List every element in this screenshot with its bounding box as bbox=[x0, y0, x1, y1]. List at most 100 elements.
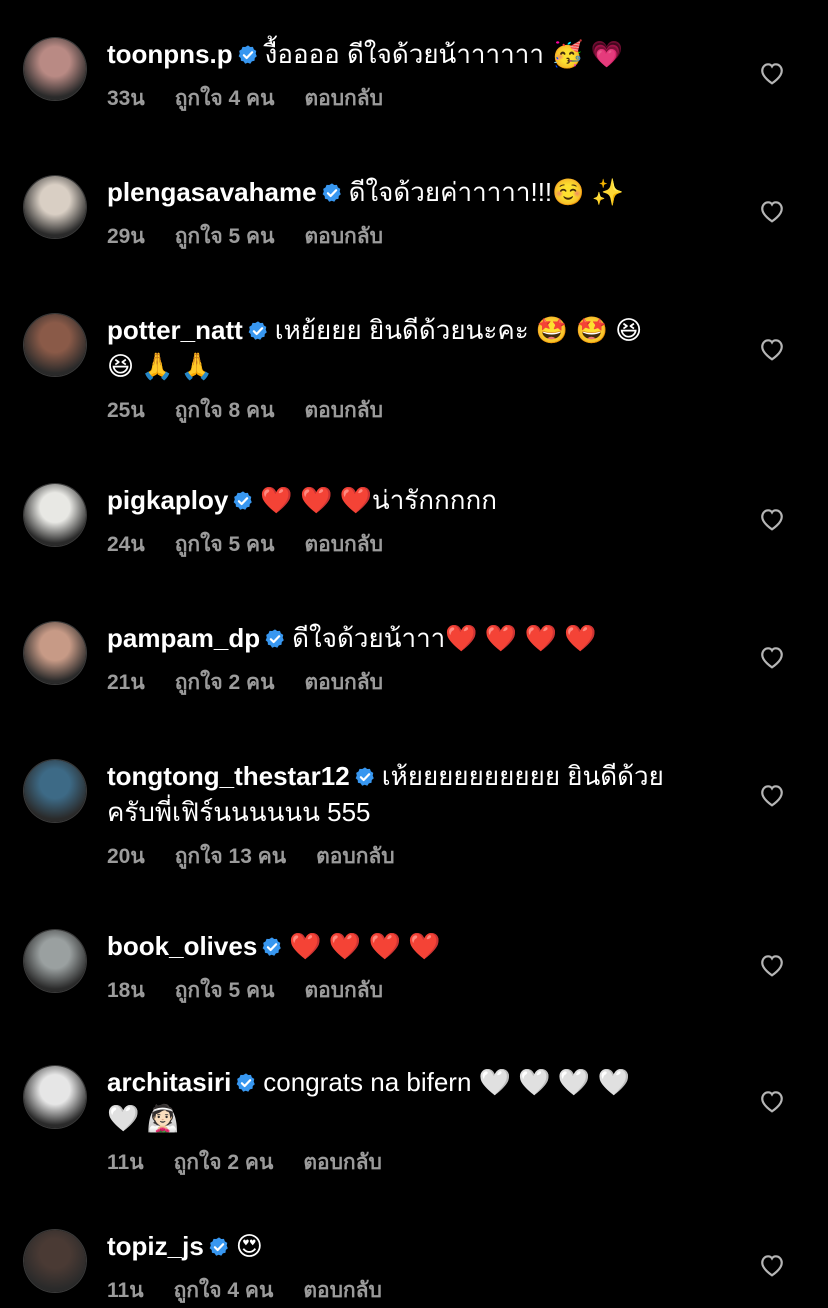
comment-time: 29น bbox=[107, 225, 145, 248]
reply-button[interactable]: ตอบกลับ bbox=[304, 87, 383, 110]
avatar[interactable] bbox=[24, 38, 86, 100]
verified-badge-icon bbox=[238, 45, 257, 64]
username-link[interactable]: toonpns.p bbox=[107, 39, 233, 69]
avatar[interactable] bbox=[24, 314, 86, 376]
verified-badge-icon bbox=[322, 183, 341, 202]
avatar[interactable] bbox=[24, 484, 86, 546]
reply-button[interactable]: ตอบกลับ bbox=[304, 533, 383, 556]
likes-count-link[interactable]: ถูกใจ 5 คน bbox=[175, 533, 275, 556]
heart-outline-icon[interactable] bbox=[759, 199, 785, 223]
comment-body: pampam_dp ดีใจด้วยน้าาา❤️ ❤️ ❤️ ❤️ 21น ถูกใ… bbox=[107, 620, 727, 696]
comment-time: 25น bbox=[107, 399, 145, 422]
comment-time: 18น bbox=[107, 979, 145, 1002]
verified-badge-icon bbox=[209, 1237, 228, 1256]
comment-line: plengasavahame ดีใจด้วยค่าาาาา!!!☺️ ✨ bbox=[107, 174, 727, 210]
comment-body: potter_natt เหย้ยยย ยินดีด้วยนะคะ 🤩 🤩 😆 😆 … bbox=[107, 312, 727, 424]
comment-time: 11น bbox=[107, 1279, 144, 1302]
comment-body: architasiri congrats na bifern 🤍 🤍 🤍 🤍 🤍 👰… bbox=[107, 1064, 727, 1176]
comment-text-continued: 🤍 👰🏻 bbox=[107, 1103, 179, 1133]
likes-count-link[interactable]: ถูกใจ 4 คน bbox=[174, 1279, 274, 1302]
likes-count-link[interactable]: ถูกใจ 8 คน bbox=[175, 399, 275, 422]
comment-line: pigkaploy ❤️ ❤️ ❤️น่ารักกกกก bbox=[107, 482, 727, 518]
comment-text: เห้ยยยยยยยยยย ยินดีด้วย bbox=[381, 761, 664, 791]
verified-badge-icon bbox=[265, 629, 284, 648]
comment-line: toonpns.p งื้ออออ ดีใจด้วยน้าาาาาา 🥳 💗 bbox=[107, 36, 727, 72]
comment-meta: 18น ถูกใจ 5 คน ตอบกลับ bbox=[107, 978, 727, 1004]
comment-meta: 25น ถูกใจ 8 คน ตอบกลับ bbox=[107, 398, 727, 424]
likes-count-link[interactable]: ถูกใจ 13 คน bbox=[175, 845, 286, 868]
username-link[interactable]: pampam_dp bbox=[107, 623, 260, 653]
comment-meta: 20น ถูกใจ 13 คน ตอบกลับ bbox=[107, 844, 727, 870]
username-link[interactable]: tongtong_thestar12 bbox=[107, 761, 350, 791]
comment-text: งื้ออออ ดีใจด้วยน้าาาาาา 🥳 💗 bbox=[264, 39, 624, 69]
comment-body: pigkaploy ❤️ ❤️ ❤️น่ารักกกกก 24น ถูกใจ 5 คน… bbox=[107, 482, 727, 558]
avatar[interactable] bbox=[24, 1066, 86, 1128]
likes-count-link[interactable]: ถูกใจ 2 คน bbox=[174, 1151, 274, 1174]
comment-meta: 29น ถูกใจ 5 คน ตอบกลับ bbox=[107, 224, 727, 250]
reply-button[interactable]: ตอบกลับ bbox=[304, 399, 383, 422]
comment-meta: 11น ถูกใจ 2 คน ตอบกลับ bbox=[107, 1150, 727, 1176]
avatar[interactable] bbox=[24, 176, 86, 238]
likes-count-link[interactable]: ถูกใจ 2 คน bbox=[175, 671, 275, 694]
comment-body: book_olives ❤️ ❤️ ❤️ ❤️ 18น ถูกใจ 5 คน ตอบกล… bbox=[107, 928, 727, 1004]
comment-meta: 11น ถูกใจ 4 คน ตอบกลับ bbox=[107, 1278, 727, 1304]
heart-outline-icon[interactable] bbox=[759, 1253, 785, 1277]
comment-line: tongtong_thestar12 เห้ยยยยยยยยยย ยินดีด้ว… bbox=[107, 758, 727, 794]
reply-button[interactable]: ตอบกลับ bbox=[304, 225, 383, 248]
comment-line: pampam_dp ดีใจด้วยน้าาา❤️ ❤️ ❤️ ❤️ bbox=[107, 620, 727, 656]
comment-meta: 21น ถูกใจ 2 คน ตอบกลับ bbox=[107, 670, 727, 696]
avatar[interactable] bbox=[24, 760, 86, 822]
reply-button[interactable]: ตอบกลับ bbox=[316, 845, 395, 868]
comment-text: เหย้ยยย ยินดีด้วยนะคะ 🤩 🤩 😆 bbox=[274, 315, 643, 345]
username-link[interactable]: potter_natt bbox=[107, 315, 243, 345]
heart-outline-icon[interactable] bbox=[759, 337, 785, 361]
comment-text-continued: 😆 🙏 🙏 bbox=[107, 351, 214, 381]
comment-time: 33น bbox=[107, 87, 145, 110]
verified-badge-icon bbox=[248, 321, 267, 340]
heart-outline-icon[interactable] bbox=[759, 783, 785, 807]
comment-body: toonpns.p งื้ออออ ดีใจด้วยน้าาาาาา 🥳 💗 33น… bbox=[107, 36, 727, 112]
comment-line: potter_natt เหย้ยยย ยินดีด้วยนะคะ 🤩 🤩 😆 bbox=[107, 312, 727, 348]
reply-button[interactable]: ตอบกลับ bbox=[303, 1151, 382, 1174]
avatar[interactable] bbox=[24, 930, 86, 992]
username-link[interactable]: pigkaploy bbox=[107, 485, 228, 515]
heart-outline-icon[interactable] bbox=[759, 1089, 785, 1113]
verified-badge-icon bbox=[262, 937, 282, 956]
comment-text: ดีใจด้วยค่าาาาา!!!☺️ ✨ bbox=[348, 177, 625, 207]
verified-badge-icon bbox=[234, 491, 253, 510]
comment-meta: 24น ถูกใจ 5 คน ตอบกลับ bbox=[107, 532, 727, 558]
comment-text: ดีใจด้วยน้าาา❤️ ❤️ ❤️ ❤️ bbox=[292, 623, 597, 653]
avatar[interactable] bbox=[24, 622, 86, 684]
comment-text: 😍 bbox=[235, 1231, 263, 1261]
heart-outline-icon[interactable] bbox=[759, 507, 785, 531]
comment-time: 24น bbox=[107, 533, 145, 556]
reply-button[interactable]: ตอบกลับ bbox=[304, 671, 383, 694]
comment-meta: 33น ถูกใจ 4 คน ตอบกลับ bbox=[107, 86, 727, 112]
likes-count-link[interactable]: ถูกใจ 5 คน bbox=[175, 979, 275, 1002]
likes-count-link[interactable]: ถูกใจ 5 คน bbox=[175, 225, 275, 248]
username-link[interactable]: book_olives bbox=[107, 931, 257, 961]
heart-outline-icon[interactable] bbox=[759, 953, 785, 977]
comment-body: tongtong_thestar12 เห้ยยยยยยยยยย ยินดีด้ว… bbox=[107, 758, 727, 870]
heart-outline-icon[interactable] bbox=[759, 61, 785, 85]
comment-text: congrats na bifern 🤍 🤍 🤍 🤍 bbox=[263, 1067, 630, 1097]
heart-outline-icon[interactable] bbox=[759, 645, 785, 669]
comment-line: architasiri congrats na bifern 🤍 🤍 🤍 🤍 bbox=[107, 1064, 727, 1100]
username-link[interactable]: architasiri bbox=[107, 1067, 231, 1097]
reply-button[interactable]: ตอบกลับ bbox=[304, 979, 383, 1002]
comment-time: 21น bbox=[107, 671, 145, 694]
comment-text: ❤️ ❤️ ❤️น่ารักกกกก bbox=[260, 485, 497, 515]
likes-count-link[interactable]: ถูกใจ 4 คน bbox=[175, 87, 275, 110]
comment-body: topiz_js 😍 11น ถูกใจ 4 คน ตอบกลับ bbox=[107, 1228, 727, 1304]
username-link[interactable]: topiz_js bbox=[107, 1231, 204, 1261]
reply-button[interactable]: ตอบกลับ bbox=[303, 1279, 382, 1302]
avatar[interactable] bbox=[24, 1230, 86, 1292]
comment-line: book_olives ❤️ ❤️ ❤️ ❤️ bbox=[107, 928, 727, 964]
verified-badge-icon bbox=[236, 1073, 256, 1092]
comment-body: plengasavahame ดีใจด้วยค่าาาาา!!!☺️ ✨ 29น ถ… bbox=[107, 174, 727, 250]
comment-time: 11น bbox=[107, 1151, 144, 1174]
username-link[interactable]: plengasavahame bbox=[107, 177, 317, 207]
verified-badge-icon bbox=[355, 767, 374, 786]
comment-time: 20น bbox=[107, 845, 145, 868]
comment-line: topiz_js 😍 bbox=[107, 1228, 727, 1264]
